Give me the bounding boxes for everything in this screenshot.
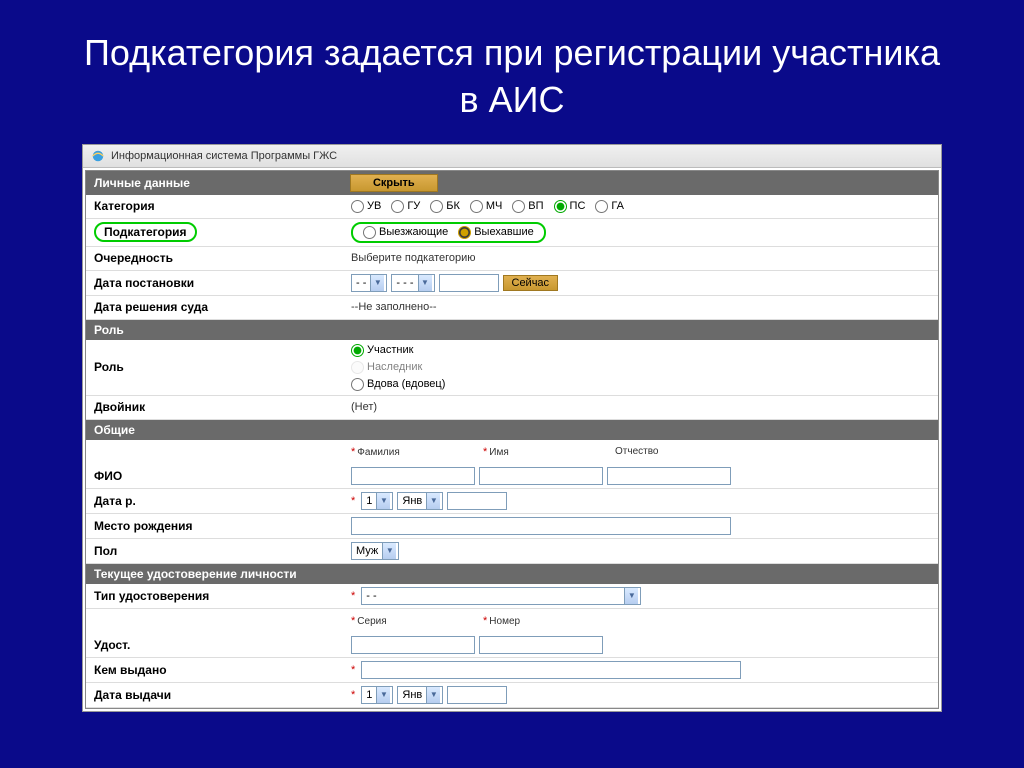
radio-cat-4[interactable]: ВП <box>512 200 543 213</box>
label-issued-by: Кем выдано <box>86 663 351 677</box>
slide-title: Подкатегория задается при регистрации уч… <box>0 0 1024 144</box>
col-number: Номер <box>489 616 520 627</box>
label-id-type: Тип удостоверения <box>86 589 351 603</box>
label-category: Категория <box>86 199 351 213</box>
chevron-down-icon: ▼ <box>418 275 432 291</box>
birth-year-input[interactable] <box>447 492 507 510</box>
birth-month-select[interactable]: Янв▼ <box>397 492 443 510</box>
label-court-date: Дата решения суда <box>86 300 351 314</box>
row-issued-by: Кем выдано * <box>86 658 938 683</box>
id-type-select[interactable]: - -▼ <box>361 587 641 605</box>
chevron-down-icon: ▼ <box>376 493 390 509</box>
label-fio: ФИО <box>86 469 351 483</box>
midname-input[interactable] <box>607 467 731 485</box>
label-issue-date: Дата выдачи <box>86 688 351 702</box>
col-series: Серия <box>357 616 386 627</box>
row-category: Категория УВ ГУ БК МЧ ВП ПС ГА <box>86 195 938 219</box>
chevron-down-icon: ▼ <box>426 493 440 509</box>
row-court-date: Дата решения суда --Не заполнено-- <box>86 296 938 320</box>
col-firstname: Имя <box>489 447 508 458</box>
radio-cat-5[interactable]: ПС <box>554 200 586 213</box>
radio-cat-2[interactable]: БК <box>430 200 460 213</box>
issue-day-select[interactable]: 1▼ <box>361 686 393 704</box>
label-subcategory: Подкатегория <box>94 222 197 242</box>
row-subcategory: Подкатегория Выезжающие Выехавшие <box>86 219 938 247</box>
radio-cat-6[interactable]: ГА <box>595 200 624 213</box>
issue-year-input[interactable] <box>447 686 507 704</box>
app-window: Информационная система Программы ГЖС Лич… <box>82 144 942 712</box>
row-id-type: Тип удостоверения * - -▼ <box>86 584 938 609</box>
label-role: Роль <box>86 360 351 374</box>
chevron-down-icon: ▼ <box>426 687 440 703</box>
section-role: Роль <box>86 320 938 340</box>
priority-value: Выберите подкатегорию <box>351 252 938 264</box>
radio-cat-0[interactable]: УВ <box>351 200 381 213</box>
row-fio: ФИО <box>86 464 938 489</box>
chevron-down-icon: ▼ <box>624 588 638 604</box>
row-reg-date: Дата постановки - -▼ - - -▼ Сейчас <box>86 271 938 296</box>
radio-sub-0[interactable]: Выезжающие <box>363 226 448 239</box>
section-general: Общие <box>86 420 938 440</box>
section-personal-label: Личные данные <box>94 176 190 190</box>
hide-button[interactable]: Скрыть <box>350 174 438 192</box>
radio-cat-3[interactable]: МЧ <box>470 200 502 213</box>
row-priority: Очередность Выберите подкатегорию <box>86 247 938 271</box>
col-lastname: Фамилия <box>357 447 399 458</box>
label-gender: Пол <box>86 544 351 558</box>
label-birth-date: Дата р. <box>86 494 351 508</box>
label-id-doc: Удост. <box>86 638 351 652</box>
chevron-down-icon: ▼ <box>376 687 390 703</box>
section-personal: Личные данные Скрыть <box>86 171 938 195</box>
label-double: Двойник <box>86 400 351 414</box>
issue-month-select[interactable]: Янв▼ <box>397 686 443 704</box>
row-role: Роль Участник Наследник Вдова (вдовец) <box>86 340 938 396</box>
label-priority: Очередность <box>86 251 351 265</box>
ie-icon <box>91 149 105 163</box>
radio-cat-1[interactable]: ГУ <box>391 200 420 213</box>
row-double: Двойник (Нет) <box>86 396 938 420</box>
birth-place-input[interactable] <box>351 517 731 535</box>
col-midname: Отчество <box>615 446 658 457</box>
row-birth-date: Дата р. * 1▼ Янв▼ <box>86 489 938 514</box>
id-series-input[interactable] <box>351 636 475 654</box>
now-button[interactable]: Сейчас <box>503 275 559 291</box>
chevron-down-icon: ▼ <box>370 275 384 291</box>
radio-role-1: Наследник <box>351 361 422 374</box>
issued-by-input[interactable] <box>361 661 741 679</box>
category-radios: УВ ГУ БК МЧ ВП ПС ГА <box>351 200 938 213</box>
radio-sub-1[interactable]: Выехавшие <box>458 226 534 239</box>
row-birth-place: Место рождения <box>86 514 938 539</box>
double-value: (Нет) <box>351 401 938 413</box>
row-issue-date: Дата выдачи * 1▼ Янв▼ <box>86 683 938 708</box>
form-area: Личные данные Скрыть Категория УВ ГУ БК … <box>85 170 939 709</box>
titlebar-text: Информационная система Программы ГЖС <box>111 150 337 162</box>
reg-month-select[interactable]: - - -▼ <box>391 274 434 292</box>
reg-year-input[interactable] <box>439 274 499 292</box>
court-date-value: --Не заполнено-- <box>351 301 938 313</box>
subcategory-radios: Выезжающие Выехавшие <box>351 222 546 243</box>
gender-select[interactable]: Муж▼ <box>351 542 399 560</box>
reg-day-select[interactable]: - -▼ <box>351 274 387 292</box>
section-id-doc: Текущее удостоверение личности <box>86 564 938 584</box>
lastname-input[interactable] <box>351 467 475 485</box>
id-number-input[interactable] <box>479 636 603 654</box>
label-birth-place: Место рождения <box>86 519 351 533</box>
radio-role-2[interactable]: Вдова (вдовец) <box>351 378 445 391</box>
radio-role-0[interactable]: Участник <box>351 344 413 357</box>
firstname-input[interactable] <box>479 467 603 485</box>
chevron-down-icon: ▼ <box>382 543 396 559</box>
titlebar: Информационная система Программы ГЖС <box>83 145 941 168</box>
birth-day-select[interactable]: 1▼ <box>361 492 393 510</box>
label-reg-date: Дата постановки <box>86 276 351 290</box>
row-id-doc: Удост. <box>86 633 938 658</box>
row-gender: Пол Муж▼ <box>86 539 938 564</box>
